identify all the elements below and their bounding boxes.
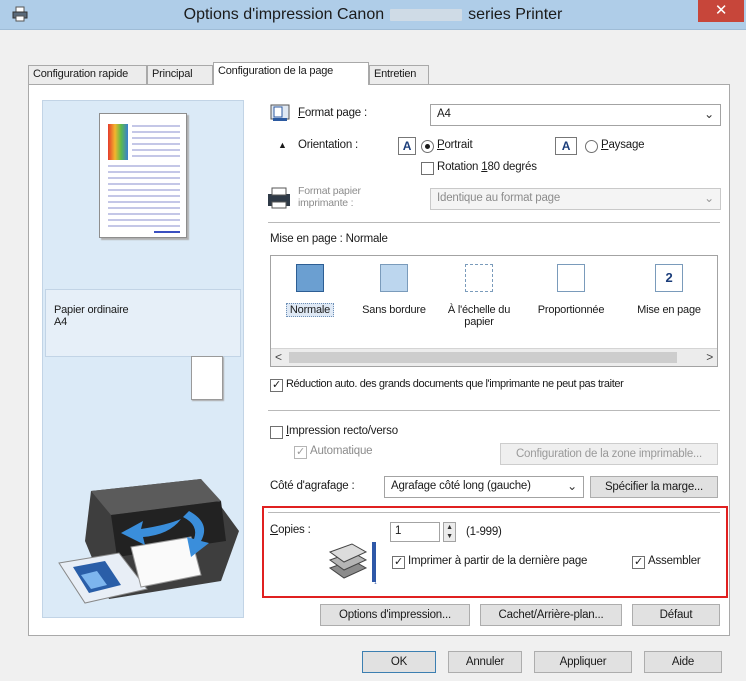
svg-text:1: 1 — [374, 580, 377, 586]
layout-item-scaled[interactable]: Proportionnée — [523, 256, 619, 348]
tab-quick-setup[interactable]: Configuration rapide — [28, 65, 147, 85]
reverse-order-label[interactable]: Imprimer à partir de la dernière page — [408, 555, 587, 567]
chevron-down-icon: ⌄ — [567, 479, 577, 493]
close-icon: ✕ — [714, 2, 728, 19]
cancel-button[interactable]: Annuler — [448, 651, 522, 673]
page-size-select[interactable]: A4 ⌄ — [430, 104, 721, 126]
layout-item-page-layout[interactable]: 2 Mise en page — [621, 256, 717, 348]
stamp-background-button[interactable]: Cachet/Arrière-plan... — [480, 604, 622, 626]
rotate-180-label[interactable]: Rotation 180 degrés — [437, 161, 537, 173]
layout-page-layout-icon: 2 — [655, 264, 683, 292]
print-options-button[interactable]: Options d'impression... — [320, 604, 470, 626]
tab-label: Entretien — [374, 68, 417, 80]
page-size-icon — [270, 104, 290, 121]
layout-borderless-icon — [380, 264, 408, 292]
layout-item-label: Proportionnée — [537, 304, 605, 316]
preview-pane: Papier ordinaire A4 — [42, 100, 244, 618]
copies-range: (1-999) — [466, 526, 502, 538]
specify-margin-button[interactable]: Spécifier la marge... — [590, 476, 718, 498]
layout-item-label: À l'échelle du papier — [447, 304, 511, 328]
printer-paper-value: Identique au format page — [437, 192, 561, 204]
tab-maintenance[interactable]: Entretien — [369, 65, 429, 85]
portrait-icon: A — [398, 137, 416, 155]
divider — [268, 410, 720, 411]
page-size-label: Format page : — [298, 107, 367, 119]
copies-stack-icon: 1 — [328, 542, 377, 586]
stapling-select[interactable]: Agrafage côté long (gauche) ⌄ — [384, 476, 584, 498]
redacted-model — [390, 8, 463, 21]
title-suffix: series Printer — [468, 6, 563, 23]
landscape-radio[interactable] — [585, 140, 598, 153]
orientation-label: Orientation : — [298, 139, 359, 151]
tab-label: Configuration rapide — [33, 68, 129, 80]
auto-reduce-label[interactable]: Réduction auto. des grands documents que… — [286, 378, 624, 390]
layout-scrollbar[interactable]: < > — [271, 348, 717, 366]
mini-page-icon — [191, 356, 223, 400]
divider — [268, 222, 720, 223]
paper-info: Papier ordinaire A4 — [45, 289, 241, 357]
landscape-label[interactable]: Paysage — [601, 139, 645, 151]
layout-item-normal[interactable]: Normale — [271, 256, 349, 348]
chevron-down-icon: ⌄ — [704, 191, 714, 205]
copies-input[interactable]: 1 — [390, 522, 440, 542]
window-title: Options d'impression Canon series Printer — [0, 6, 746, 24]
copies-label: Copies : — [270, 524, 311, 536]
title-prefix: Options d'impression Canon — [183, 6, 385, 23]
paper-size: A4 — [54, 316, 68, 328]
tab-label: Configuration de la page — [218, 65, 334, 77]
stapling-value: Agrafage côté long (gauche) — [391, 480, 531, 492]
page-preview — [99, 113, 187, 238]
help-button[interactable]: Aide — [644, 651, 722, 673]
spin-down-icon[interactable]: ▼ — [444, 532, 455, 541]
close-button[interactable]: ✕ — [698, 0, 744, 22]
layout-list[interactable]: Normale Sans bordure À l'échelle du papi… — [270, 255, 718, 367]
automatic-checkbox[interactable]: ✓ — [294, 446, 307, 459]
collate-checkbox[interactable]: ✓ — [632, 556, 645, 569]
layout-item-label: Normale — [285, 303, 335, 317]
stapling-label: Côté d'agrafage : — [270, 480, 355, 492]
layout-fit-to-paper-icon — [465, 264, 493, 292]
print-options-dialog: Options d'impression Canon series Printer… — [0, 0, 746, 681]
tab-main[interactable]: Principal — [147, 65, 213, 85]
defaults-button[interactable]: Défaut — [632, 604, 720, 626]
portrait-radio[interactable] — [421, 140, 434, 153]
portrait-label[interactable]: Portrait — [437, 139, 473, 151]
reverse-order-checkbox[interactable]: ✓ — [392, 556, 405, 569]
chevron-down-icon: ⌄ — [704, 107, 714, 121]
title-bar[interactable]: Options d'impression Canon series Printer… — [0, 0, 746, 30]
layout-item-fit-to-paper[interactable]: À l'échelle du papier — [437, 256, 521, 348]
layout-label: Mise en page : Normale — [270, 233, 388, 245]
ok-button[interactable]: OK — [362, 651, 436, 673]
page-size-value: A4 — [437, 108, 451, 120]
printable-area-button[interactable]: Configuration de la zone imprimable... — [500, 443, 718, 465]
spin-up-icon[interactable]: ▲ — [444, 523, 455, 532]
tab-page-setup[interactable]: Configuration de la page — [213, 62, 369, 85]
apply-button[interactable]: Appliquer — [534, 651, 632, 673]
scroll-thumb[interactable] — [289, 352, 677, 363]
tab-label: Principal — [152, 68, 193, 80]
layout-item-label: Sans bordure — [362, 304, 426, 316]
duplex-label[interactable]: Impression recto/verso — [286, 425, 398, 437]
duplex-checkbox[interactable] — [270, 426, 283, 439]
printer-paper-label: Format papier imprimante : — [298, 185, 361, 209]
automatic-label[interactable]: Automatique — [310, 445, 373, 457]
page-preview-graphic — [108, 124, 180, 233]
auto-reduce-checkbox[interactable]: ✓ — [270, 379, 283, 392]
layout-scaled-icon — [557, 264, 585, 292]
layout-item-borderless[interactable]: Sans bordure — [353, 256, 435, 348]
landscape-icon: A — [555, 137, 577, 155]
printer-paper-icon — [268, 187, 290, 209]
scroll-right-icon[interactable]: > — [706, 350, 713, 364]
rotate-180-checkbox[interactable] — [421, 162, 434, 175]
paper-type: Papier ordinaire — [54, 304, 129, 316]
copies-spinner[interactable]: ▲ ▼ — [443, 522, 456, 542]
printer-paper-select[interactable]: Identique au format page ⌄ — [430, 188, 721, 210]
printer-illustration-icon — [58, 479, 239, 604]
layout-normal-icon — [296, 264, 324, 292]
scroll-left-icon[interactable]: < — [275, 350, 282, 364]
collate-label[interactable]: Assembler — [648, 555, 701, 567]
orientation-arrow-icon: ▲ — [278, 140, 287, 150]
layout-item-label: Mise en page — [637, 304, 701, 316]
divider — [268, 512, 720, 513]
